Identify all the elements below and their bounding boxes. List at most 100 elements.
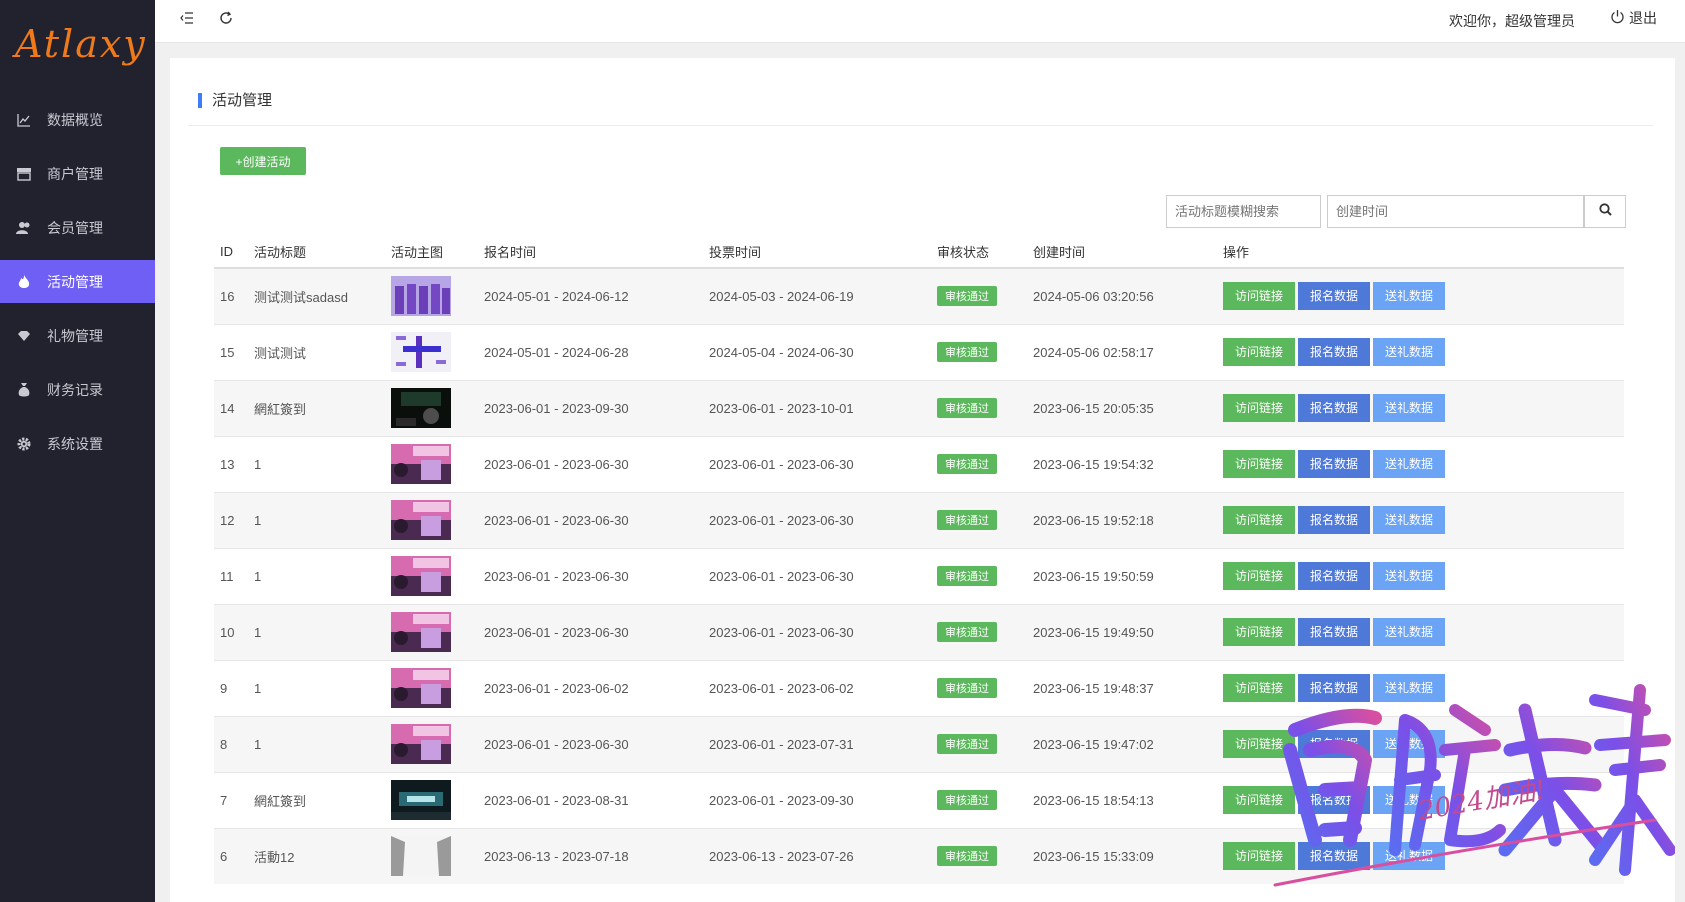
fire-icon <box>14 272 34 292</box>
activity-thumbnail[interactable] <box>391 724 451 764</box>
signup-data-button[interactable]: 报名数据 <box>1298 338 1371 366</box>
cell-status: 审核通过 <box>931 715 1027 772</box>
cell-created-time: 2024-05-06 03:20:56 <box>1027 267 1217 324</box>
signup-data-button[interactable]: 报名数据 <box>1298 282 1371 311</box>
cell-thumbnail <box>385 491 478 548</box>
cell-id: 12 <box>214 491 248 548</box>
cell-status: 审核通过 <box>931 323 1027 380</box>
visit-link-button[interactable]: 访问链接 <box>1223 786 1296 814</box>
visit-link-button[interactable]: 访问链接 <box>1223 450 1296 478</box>
store-icon <box>14 164 34 184</box>
cell-actions: 访问链接 报名数据 送礼数据 <box>1217 267 1624 324</box>
table-row: 6 活動12 2023-06-13 - 2023-07-18 2023-06-13 -… <box>214 827 1624 884</box>
table-row: 11 1 2023-06-01 - 2023-06-30 2023-06-01 - 2… <box>214 547 1624 604</box>
table-row: 15 测试测试 2024-05-01 - 2024-06-28 2024-05-04 … <box>214 323 1624 380</box>
cell-signup-time: 2023-06-01 - 2023-06-02 <box>478 659 703 716</box>
cell-vote-time: 2023-06-01 - 2023-07-31 <box>703 715 931 772</box>
cell-title: 1 <box>248 659 385 716</box>
brand-name: Atlaxy <box>15 22 147 66</box>
gift-data-button[interactable]: 送礼数据 <box>1373 842 1446 871</box>
visit-link-button[interactable]: 访问链接 <box>1223 618 1296 646</box>
sidebar-item-activities[interactable]: 活动管理 <box>0 260 155 303</box>
sidebar-item-finance[interactable]: 财务记录 <box>0 368 155 411</box>
cell-vote-time: 2024-05-03 - 2024-06-19 <box>703 267 931 324</box>
signup-data-button[interactable]: 报名数据 <box>1298 842 1371 871</box>
activity-thumbnail[interactable] <box>391 612 451 652</box>
logout-button[interactable]: 退出 <box>1610 8 1657 28</box>
sidebar-item-merchants[interactable]: 商户管理 <box>0 152 155 195</box>
activity-thumbnail[interactable] <box>391 668 451 708</box>
cell-signup-time: 2023-06-01 - 2023-06-30 <box>478 715 703 772</box>
gift-data-button[interactable]: 送礼数据 <box>1373 730 1446 758</box>
cell-created-time: 2024-05-06 02:58:17 <box>1027 323 1217 380</box>
title-search-input[interactable] <box>1166 195 1321 228</box>
gift-data-button[interactable]: 送礼数据 <box>1373 562 1446 590</box>
cell-thumbnail <box>385 827 478 884</box>
cell-id: 7 <box>214 771 248 828</box>
visit-link-button[interactable]: 访问链接 <box>1223 842 1296 871</box>
activity-thumbnail[interactable] <box>391 500 451 540</box>
gift-data-button[interactable]: 送礼数据 <box>1373 786 1446 814</box>
sidebar-item-label: 会员管理 <box>47 219 103 236</box>
table-row: 10 1 2023-06-01 - 2023-06-30 2023-06-01 - 2… <box>214 603 1624 660</box>
table-row: 13 1 2023-06-01 - 2023-06-30 2023-06-01 - 2… <box>214 435 1624 492</box>
create-activity-button[interactable]: +创建活动 <box>220 147 306 175</box>
table-header-row: ID 活动标题 活动主图 报名时间 投票时间 审核状态 创建时间 操作 <box>214 236 1624 269</box>
activity-thumbnail[interactable] <box>391 556 451 596</box>
signup-data-button[interactable]: 报名数据 <box>1298 562 1371 590</box>
cell-actions: 访问链接 报名数据 送礼数据 <box>1217 771 1624 828</box>
sidebar-item-overview[interactable]: 数据概览 <box>0 98 155 141</box>
cell-title: 網紅簽到 <box>248 771 385 828</box>
visit-link-button[interactable]: 访问链接 <box>1223 338 1296 366</box>
gift-data-button[interactable]: 送礼数据 <box>1373 674 1446 702</box>
cell-id: 14 <box>214 379 248 436</box>
menu-toggle-button[interactable] <box>175 8 199 32</box>
signup-data-button[interactable]: 报名数据 <box>1298 786 1371 814</box>
cell-signup-time: 2024-05-01 - 2024-06-28 <box>478 323 703 380</box>
activity-thumbnail[interactable] <box>391 332 451 372</box>
cell-vote-time: 2024-05-04 - 2024-06-30 <box>703 323 931 380</box>
visit-link-button[interactable]: 访问链接 <box>1223 282 1296 311</box>
signup-data-button[interactable]: 报名数据 <box>1298 730 1371 758</box>
signup-data-button[interactable]: 报名数据 <box>1298 506 1371 534</box>
cell-thumbnail <box>385 547 478 604</box>
cell-id: 13 <box>214 435 248 492</box>
cell-vote-time: 2023-06-01 - 2023-06-30 <box>703 435 931 492</box>
cell-actions: 访问链接 报名数据 送礼数据 <box>1217 827 1624 884</box>
activity-thumbnail[interactable] <box>391 780 451 820</box>
sidebar-menu: 数据概览 商户管理 会员管理 活动管理 礼物管理 财务记录 系统设置 <box>0 98 155 465</box>
gift-data-button[interactable]: 送礼数据 <box>1373 618 1446 646</box>
cell-thumbnail <box>385 771 478 828</box>
signup-data-button[interactable]: 报名数据 <box>1298 618 1371 646</box>
cell-actions: 访问链接 报名数据 送礼数据 <box>1217 491 1624 548</box>
gift-data-button[interactable]: 送礼数据 <box>1373 282 1446 311</box>
sidebar-item-gifts[interactable]: 礼物管理 <box>0 314 155 357</box>
cell-actions: 访问链接 报名数据 送礼数据 <box>1217 323 1624 380</box>
sidebar-item-members[interactable]: 会员管理 <box>0 206 155 249</box>
signup-data-button[interactable]: 报名数据 <box>1298 450 1371 478</box>
activity-thumbnail[interactable] <box>391 444 451 484</box>
visit-link-button[interactable]: 访问链接 <box>1223 506 1296 534</box>
visit-link-button[interactable]: 访问链接 <box>1223 674 1296 702</box>
cell-signup-time: 2023-06-01 - 2023-09-30 <box>478 379 703 436</box>
activity-thumbnail[interactable] <box>391 836 451 877</box>
visit-link-button[interactable]: 访问链接 <box>1223 730 1296 758</box>
visit-link-button[interactable]: 访问链接 <box>1223 394 1296 422</box>
visit-link-button[interactable]: 访问链接 <box>1223 562 1296 590</box>
signup-data-button[interactable]: 报名数据 <box>1298 674 1371 702</box>
sidebar-item-label: 系统设置 <box>47 435 103 452</box>
activity-thumbnail[interactable] <box>391 276 451 317</box>
search-button[interactable] <box>1584 195 1626 228</box>
sidebar-item-settings[interactable]: 系统设置 <box>0 422 155 465</box>
table-row: 14 網紅簽到 2023-06-01 - 2023-09-30 2023-06-01 … <box>214 379 1624 436</box>
gift-data-button[interactable]: 送礼数据 <box>1373 506 1446 534</box>
cell-signup-time: 2024-05-01 - 2024-06-12 <box>478 267 703 324</box>
brand-logo[interactable]: Atlaxy <box>0 0 155 88</box>
refresh-button[interactable] <box>214 8 238 32</box>
activity-thumbnail[interactable] <box>391 388 451 428</box>
gift-data-button[interactable]: 送礼数据 <box>1373 450 1446 478</box>
created-time-input[interactable] <box>1327 195 1584 228</box>
gift-data-button[interactable]: 送礼数据 <box>1373 394 1446 422</box>
gift-data-button[interactable]: 送礼数据 <box>1373 338 1446 366</box>
signup-data-button[interactable]: 报名数据 <box>1298 394 1371 422</box>
